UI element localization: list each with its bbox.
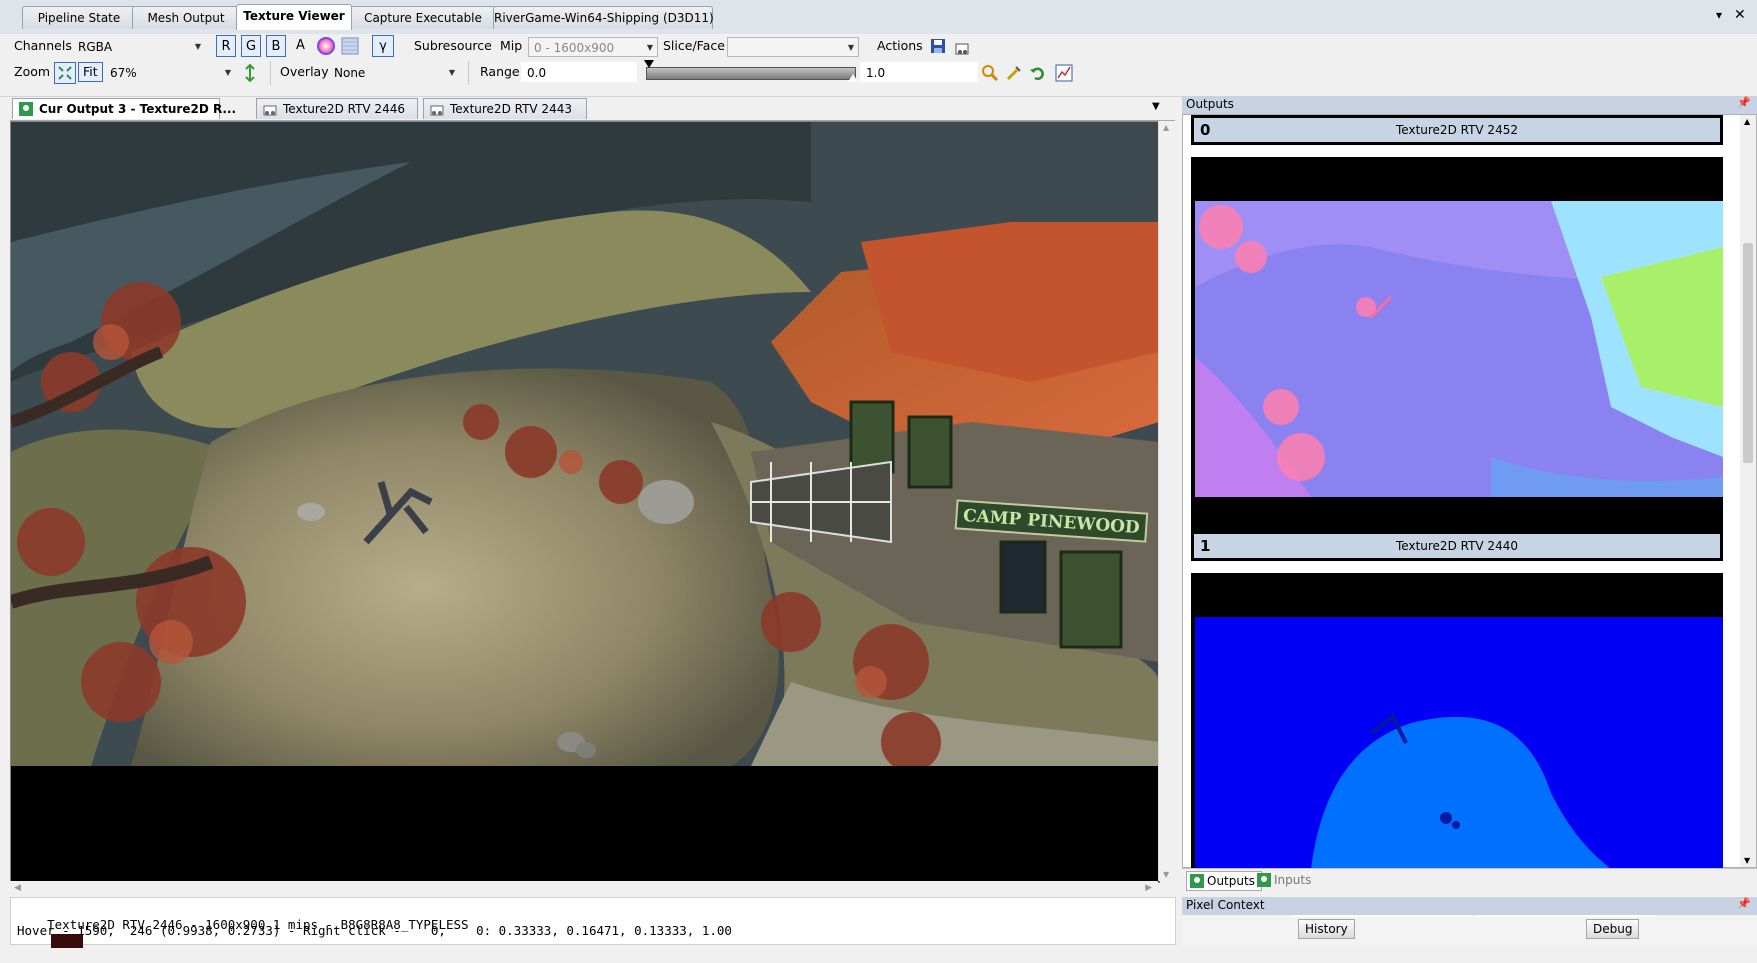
blue-channel-toggle[interactable]: B xyxy=(266,35,286,57)
tab-outputs[interactable]: Outputs xyxy=(1186,871,1262,891)
auto-fit-range-icon[interactable] xyxy=(1004,63,1024,83)
channels-value: RGBA xyxy=(78,40,113,54)
locked-texture-icon xyxy=(430,105,444,116)
range-label: Range xyxy=(480,64,520,79)
pixel-debug-button[interactable]: Debug xyxy=(1586,919,1640,939)
outputs-thumbnail-list[interactable]: 0 Texture2D RTV 2452 1 Texture2D RTV 244… xyxy=(1182,114,1757,869)
inputs-tab-icon xyxy=(1257,873,1271,887)
output-thumbnail-image[interactable] xyxy=(1191,573,1723,869)
green-channel-toggle[interactable]: G xyxy=(241,35,261,57)
tab-texture-2446[interactable]: Texture2D RTV 2446 xyxy=(256,98,418,119)
texture-viewport[interactable]: CAMP PINEWOOD xyxy=(10,121,1160,883)
range-max-handle[interactable] xyxy=(848,74,858,82)
outputs-inputs-tabs: Outputs Inputs xyxy=(1182,868,1757,891)
toolbar-separator xyxy=(270,61,271,85)
viewport-vertical-scrollbar[interactable]: ▲ ▼ xyxy=(1158,121,1175,881)
reset-range-icon[interactable] xyxy=(1028,63,1048,83)
outputs-panel-title: Outputs xyxy=(1186,97,1234,111)
zoom-select[interactable]: 67% ▼ xyxy=(104,62,236,82)
output-tab-icon xyxy=(19,102,33,116)
actions-label: Actions xyxy=(877,38,923,53)
zoom-label: Zoom xyxy=(14,64,51,79)
zoom-value: 67% xyxy=(110,66,137,80)
subresource-label: Subresource xyxy=(414,38,492,53)
output-name: Texture2D RTV 2440 xyxy=(1396,539,1518,553)
tab-mesh-output[interactable]: Mesh Output xyxy=(132,6,240,29)
output-thumbnail-header[interactable]: 0 Texture2D RTV 2452 xyxy=(1191,115,1723,145)
tab-rivergame-capture[interactable]: RiverGame-Win64-Shipping (D3D11) xyxy=(493,6,714,29)
tab-list-dropdown-icon[interactable]: ▾ xyxy=(1716,8,1722,22)
mip-label: Mip xyxy=(500,38,523,53)
tab-texture-2443[interactable]: Texture2D RTV 2443 xyxy=(423,98,587,119)
output-index: 1 xyxy=(1200,537,1211,555)
document-tab-strip: Pipeline State Mesh Output Texture Viewe… xyxy=(0,0,1757,35)
tab-texture-viewer[interactable]: Texture Viewer xyxy=(236,4,352,30)
pixel-context-header: Pixel Context 📌 xyxy=(1182,897,1757,915)
channels-label: Channels xyxy=(14,38,72,53)
tab-pipeline-state[interactable]: Pipeline State xyxy=(22,6,136,29)
range-slider[interactable] xyxy=(644,60,858,82)
tab-current-output[interactable]: Cur Output 3 - Texture2D R... xyxy=(12,98,236,119)
tab-current-output-label: Cur Output 3 - Texture2D R... xyxy=(39,102,237,116)
pixel-history-button[interactable]: History xyxy=(1298,919,1355,939)
mip-select[interactable]: 0 - 1600x900 ▼ xyxy=(528,37,658,57)
texture-status-area: Texture2D RTV 2446 - 1600x900 1 mips - B… xyxy=(10,897,1176,948)
mip-value: 0 - 1600x900 xyxy=(534,41,615,55)
zoom-fit-button[interactable]: Fit xyxy=(78,62,103,82)
toolbar-separator xyxy=(468,61,469,85)
pixel-context-panel: History Debug xyxy=(1182,915,1757,946)
checkerboard-background-icon[interactable] xyxy=(340,36,360,56)
pin-icon[interactable]: 📌 xyxy=(1737,96,1751,109)
rendered-scene: CAMP PINEWOOD xyxy=(11,122,1159,766)
output-index: 0 xyxy=(1200,121,1211,139)
depth-mask-preview xyxy=(1191,573,1723,869)
locked-texture-icon xyxy=(263,105,277,116)
zoom-search-icon[interactable] xyxy=(980,63,1000,83)
viewport-horizontal-scrollbar[interactable]: ◀ ▶ xyxy=(10,881,1158,897)
flip-vertical-icon[interactable] xyxy=(240,63,260,83)
gamma-toggle[interactable]: γ xyxy=(372,35,394,57)
tab-outputs-label: Outputs xyxy=(1207,874,1255,888)
outputs-scrollbar[interactable]: ▲ ▼ xyxy=(1740,115,1756,867)
texture-toolbar: Channels RGBA ▼ R G B A γ Subresource Mip… xyxy=(0,34,1757,97)
open-in-new-window-icon[interactable] xyxy=(952,38,972,58)
histogram-icon[interactable] xyxy=(1054,63,1074,83)
overlay-value: None xyxy=(334,66,366,80)
zoom-fit-icon[interactable] xyxy=(54,62,76,84)
overlay-select[interactable]: None ▼ xyxy=(328,62,460,82)
tab-inputs-label: Inputs xyxy=(1274,873,1312,887)
outputs-scrollbar-thumb[interactable] xyxy=(1743,243,1753,463)
tab-texture-2446-label: Texture2D RTV 2446 xyxy=(283,102,405,116)
outputs-panel-header: Outputs 📌 xyxy=(1182,96,1757,114)
slice-face-label: Slice/Face xyxy=(663,38,725,53)
red-channel-toggle[interactable]: R xyxy=(216,35,236,57)
pin-icon[interactable]: 📌 xyxy=(1737,897,1751,910)
slice-face-select[interactable]: ▼ xyxy=(727,37,859,57)
hover-pixel-text: Hover - 1590, 246 (0.9938, 0.2733) - Rig… xyxy=(17,923,732,938)
alpha-channel-toggle[interactable]: A xyxy=(296,36,305,56)
overlay-label: Overlay xyxy=(280,64,329,79)
output-thumbnail-header[interactable]: 1 Texture2D RTV 2440 xyxy=(1191,531,1723,561)
range-min-value: 0.0 xyxy=(527,66,547,80)
tab-capture-executable[interactable]: Capture Executable xyxy=(350,6,496,29)
range-max-value: 1.0 xyxy=(866,66,886,80)
range-min-handle[interactable] xyxy=(644,60,654,68)
texture-tab-strip: Cur Output 3 - Texture2D R... Texture2D … xyxy=(10,96,1175,121)
normal-map-preview xyxy=(1191,157,1723,531)
color-picker-icon[interactable] xyxy=(316,36,336,56)
output-name: Texture2D RTV 2452 xyxy=(1396,123,1518,137)
tab-overflow-dropdown-icon[interactable]: ▼ xyxy=(1152,101,1160,112)
save-texture-icon[interactable] xyxy=(928,36,948,56)
tab-inputs[interactable]: Inputs xyxy=(1254,871,1311,889)
output-thumbnail-image[interactable] xyxy=(1191,157,1723,531)
channels-select[interactable]: RGBA ▼ xyxy=(72,36,206,56)
close-icon[interactable]: ✕ xyxy=(1734,7,1746,23)
range-max-input[interactable]: 1.0 xyxy=(860,62,978,82)
tab-texture-2443-label: Texture2D RTV 2443 xyxy=(450,102,572,116)
pixel-context-title: Pixel Context xyxy=(1186,898,1265,912)
range-min-input[interactable]: 0.0 xyxy=(521,62,637,82)
outputs-tab-icon xyxy=(1190,874,1204,888)
